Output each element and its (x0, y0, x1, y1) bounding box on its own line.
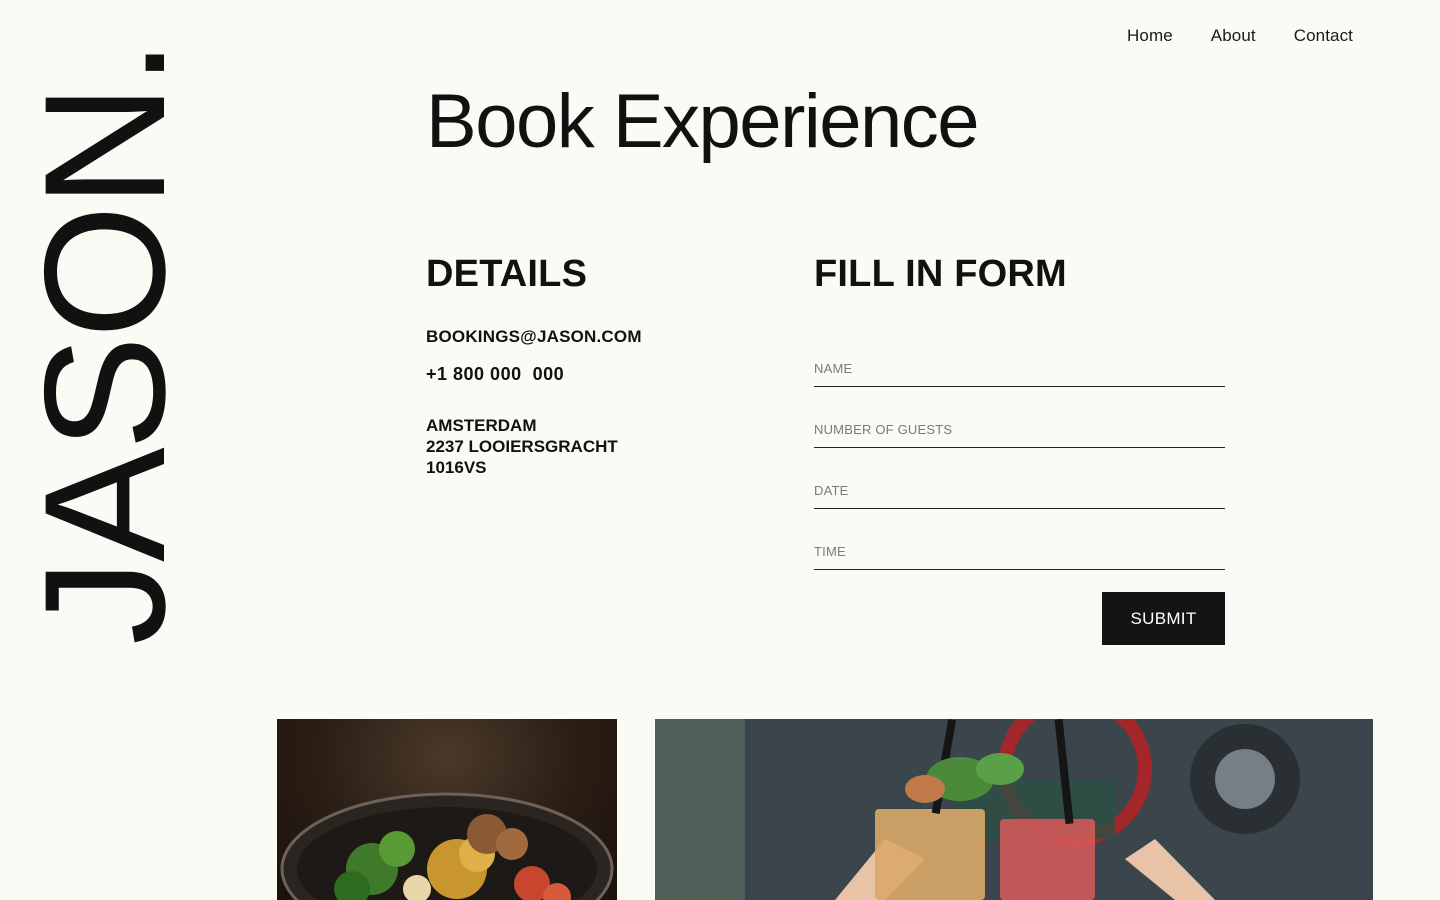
address-postcode: 1016VS (426, 458, 487, 477)
address-block: AMSTERDAM 2237 LOOIERSGRACHT 1016VS (426, 415, 756, 478)
contact-email[interactable]: BOOKINGS@JASON.COM (426, 327, 756, 347)
booking-form-section: FILL IN FORM SUBMIT (814, 255, 1225, 645)
food-photo (277, 719, 617, 900)
nav-about-link[interactable]: About (1211, 26, 1256, 46)
submit-button[interactable]: SUBMIT (1102, 592, 1225, 645)
time-input[interactable] (814, 544, 1225, 559)
guests-input[interactable] (814, 422, 1225, 437)
nav-contact-link[interactable]: Contact (1294, 26, 1353, 46)
date-input[interactable] (814, 483, 1225, 498)
time-field-wrapper (814, 510, 1225, 570)
booking-form: SUBMIT (814, 327, 1225, 645)
brand-logo[interactable]: JASON. (9, 41, 201, 645)
submit-row: SUBMIT (814, 592, 1225, 645)
page-title: Book Experience (426, 79, 980, 164)
nav-home-link[interactable]: Home (1127, 26, 1173, 46)
form-heading: FILL IN FORM (814, 253, 1067, 295)
date-field-wrapper (814, 449, 1225, 509)
name-field-wrapper (814, 327, 1225, 387)
guests-field-wrapper (814, 388, 1225, 448)
cocktails-illustration (655, 719, 1373, 900)
details-heading: DETAILS (426, 253, 588, 295)
main-nav: Home About Contact (1127, 26, 1353, 46)
contact-phone[interactable]: +1 800 000 000 (426, 364, 756, 385)
food-bowl-illustration (280, 792, 614, 900)
form-fields (814, 327, 1225, 570)
details-section: DETAILS BOOKINGS@JASON.COM +1 800 000 00… (426, 255, 756, 478)
drinks-photo (655, 719, 1373, 900)
brand-logo-text: JASON. (9, 41, 201, 645)
name-input[interactable] (814, 361, 1225, 376)
address-city: AMSTERDAM (426, 416, 537, 435)
address-street: 2237 LOOIERSGRACHT (426, 437, 618, 456)
